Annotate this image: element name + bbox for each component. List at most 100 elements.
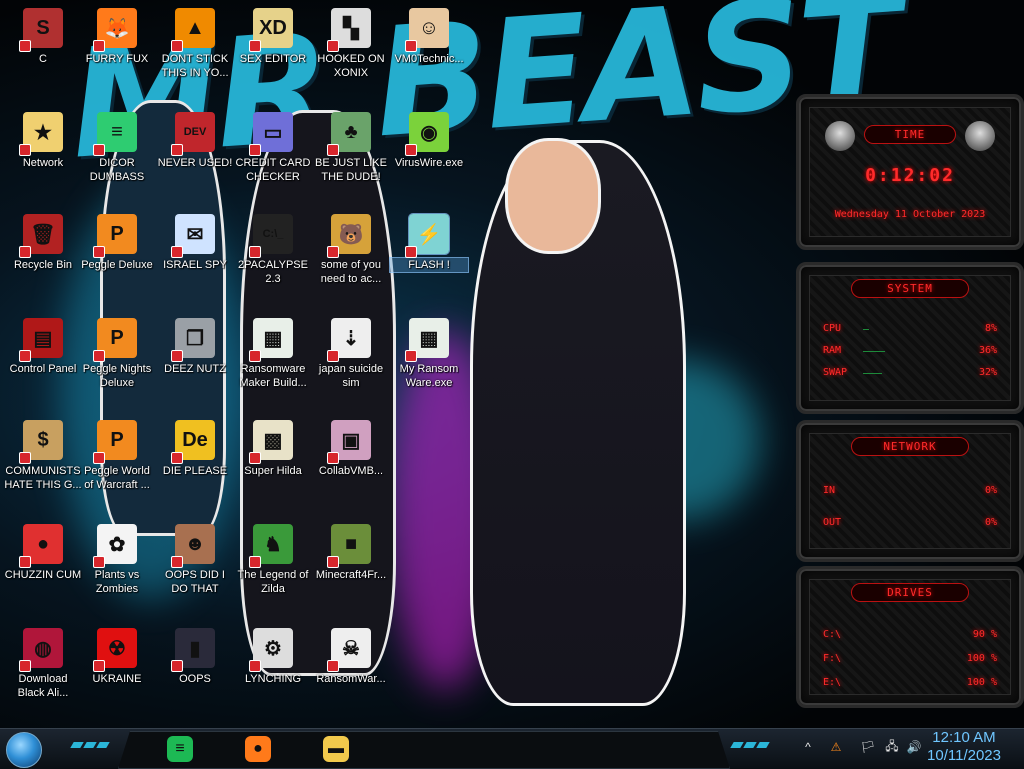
warning-icon[interactable]: ⚠ <box>828 739 844 755</box>
taskbar-clock[interactable]: 12:10 AM 10/11/2023 <box>916 729 1012 765</box>
shortcut-arrow-icon <box>93 452 105 464</box>
app-icon: S <box>19 8 63 52</box>
desktop-icon-label: VirusWire.exe <box>394 157 464 169</box>
time-date: Wednesday 11 October 2023 <box>834 209 986 220</box>
desktop-icon[interactable]: ☢ UKRAINE <box>78 628 156 686</box>
desktop-icon-label: DONT STICK THIS IN YO... <box>161 53 229 79</box>
desktop-icon-label: HOOKED ON XONIX <box>317 53 385 79</box>
time-clock: 0:12:02 <box>865 165 955 186</box>
taskbar-panel <box>118 731 730 769</box>
desktop-icon[interactable]: ● CHUZZIN CUM <box>4 524 82 582</box>
shortcut-arrow-icon <box>19 144 31 156</box>
clock-date: 10/11/2023 <box>927 747 1001 764</box>
shortcut-arrow-icon <box>93 556 105 568</box>
spotify-taskbar-button[interactable]: ≡ <box>162 733 198 765</box>
desktop-icon-label: Ransomware Maker Build... <box>239 363 307 389</box>
gadget-row-label: IN <box>823 485 836 496</box>
app-icon: ▦ <box>405 318 449 362</box>
desktop-icon[interactable]: ▩ Super Hilda <box>234 420 312 478</box>
desktop-icon[interactable]: ☻ OOPS DID I DO THAT <box>156 524 234 596</box>
desktop-icon[interactable]: ♞ The Legend of Zilda <box>234 524 312 596</box>
shortcut-arrow-icon <box>327 452 339 464</box>
desktop-icon[interactable]: ♣ BE JUST LIKE THE DUDE! <box>312 112 390 184</box>
show-hidden-icons-icon[interactable]: ^ <box>800 739 816 755</box>
gadget-row-value: 36% <box>978 345 997 356</box>
shortcut-arrow-icon <box>249 246 261 258</box>
volume-icon[interactable]: 🔊 <box>906 739 922 755</box>
desktop-icon[interactable]: P Peggle Nights Deluxe <box>78 318 156 390</box>
desktop-icon[interactable]: ❐ DEEZ NUTZ <box>156 318 234 376</box>
desktop-icon[interactable]: ☠ RansomWar... <box>312 628 390 686</box>
network-icon[interactable]: 🖧 <box>884 739 900 755</box>
app-icon: ▚ <box>327 8 371 52</box>
shortcut-arrow-icon <box>405 246 417 258</box>
taskbar: 12:10 AM 10/11/2023 ≡ ● ▬ ^ ⚠ 🏳 🖧 🔊 <box>0 728 1024 769</box>
desktop-icon[interactable]: ▣ CollabVMB... <box>312 420 390 478</box>
desktop-icon[interactable]: C:\_ 2PACALYPSE 2.3 <box>234 214 312 286</box>
app-icon: P <box>93 318 137 362</box>
desktop-icon[interactable]: DEV NEVER USED! <box>156 112 234 170</box>
shortcut-arrow-icon <box>327 40 339 52</box>
desktop-icon[interactable]: ◉ VirusWire.exe <box>390 112 468 170</box>
desktop-icon[interactable]: ▲ DONT STICK THIS IN YO... <box>156 8 234 80</box>
app-icon: ☻ <box>171 524 215 568</box>
desktop-icon-label: Plants vs Zombies <box>94 569 140 595</box>
desktop-icon[interactable]: ■ Minecraft4Fr... <box>312 524 390 582</box>
app-icon: ≡ <box>93 112 137 156</box>
desktop-icon[interactable]: ⚡ FLASH ! <box>389 213 469 273</box>
desktop-icon[interactable]: ✉ ISRAEL SPY <box>156 214 234 272</box>
desktop-icon-label: LYNCHING <box>244 673 302 685</box>
desktop-icon-label: FURRY FUX <box>85 53 149 65</box>
desktop-icon[interactable]: ☺ VM0Technic... <box>390 8 468 66</box>
app-icon: ● <box>19 524 63 568</box>
action-center-flag-icon[interactable]: 🏳 <box>860 739 876 755</box>
desktop-icon[interactable]: ▭ CREDIT CARD CHECKER <box>234 112 312 184</box>
app-icon: 🦊 <box>93 8 137 52</box>
desktop-icon-label: DEEZ NUTZ <box>164 363 226 375</box>
app-icon: ♞ <box>249 524 293 568</box>
desktop-icon[interactable]: ▚ HOOKED ON XONIX <box>312 8 390 80</box>
explorer-taskbar-button[interactable]: ▬ <box>318 733 354 765</box>
app-icon: De <box>171 420 215 464</box>
app-icon: ☢ <box>93 628 137 672</box>
shortcut-arrow-icon <box>93 350 105 362</box>
taskbar-decoration <box>730 742 770 750</box>
desktop-icon[interactable]: ★ Network <box>4 112 82 170</box>
desktop-icon[interactable]: $ COMMUNISTS HATE THIS G... <box>4 420 82 492</box>
desktop-icon-label: CREDIT CARD CHECKER <box>235 157 311 183</box>
app-icon: ◉ <box>405 112 449 156</box>
desktop-icon[interactable]: De DIE PLEASE <box>156 420 234 478</box>
desktop-icon-label: ISRAEL SPY <box>163 259 227 271</box>
desktop-icon[interactable]: XD SEX EDITOR <box>234 8 312 66</box>
gadget-row-label: C:\ <box>823 629 842 640</box>
firefox-taskbar-button[interactable]: ● <box>240 733 276 765</box>
desktop-icon-label: Peggle World of Warcraft ... <box>84 465 150 491</box>
desktop-icon[interactable]: ▦ My Ransom Ware.exe <box>390 318 468 390</box>
gadget-row: OUT 0% <box>823 517 997 531</box>
desktop-icon[interactable]: ▦ Ransomware Maker Build... <box>234 318 312 390</box>
desktop-icon[interactable]: 🦊 FURRY FUX <box>78 8 156 66</box>
desktop-icon[interactable]: ✿ Plants vs Zombies <box>78 524 156 596</box>
time-header: TIME <box>864 125 956 144</box>
desktop-icon[interactable]: ▮ OOPS <box>156 628 234 686</box>
desktop-icon[interactable]: ≡ DICOR DUMBASS <box>78 112 156 184</box>
desktop-icon[interactable]: ◍ Download Black Ali... <box>4 628 82 700</box>
desktop-icon[interactable]: P Peggle World of Warcraft ... <box>78 420 156 492</box>
gadget-row-label: RAM <box>823 345 842 356</box>
app-icon: $ <box>19 420 63 464</box>
desktop-icon[interactable]: 🐻 some of you need to ac... <box>312 214 390 286</box>
desktop-icon[interactable]: 🗑 Recycle Bin <box>4 214 82 272</box>
desktop-icon[interactable]: ⚙ LYNCHING <box>234 628 312 686</box>
shortcut-arrow-icon <box>93 40 105 52</box>
app-icon: 🐻 <box>327 214 371 258</box>
desktop-icon[interactable]: ▤ Control Panel <box>4 318 82 376</box>
desktop-icon[interactable]: P Peggle Deluxe <box>78 214 156 272</box>
shortcut-arrow-icon <box>249 660 261 672</box>
gadget-row: C:\ 90 % <box>823 629 997 643</box>
start-button[interactable] <box>6 732 42 768</box>
gadget-row-value: 100 % <box>966 677 997 688</box>
app-icon: XD <box>249 8 293 52</box>
desktop-icon[interactable]: SC <box>4 8 82 66</box>
desktop-icon[interactable]: ⇣ japan suicide sim <box>312 318 390 390</box>
shortcut-arrow-icon <box>171 350 183 362</box>
